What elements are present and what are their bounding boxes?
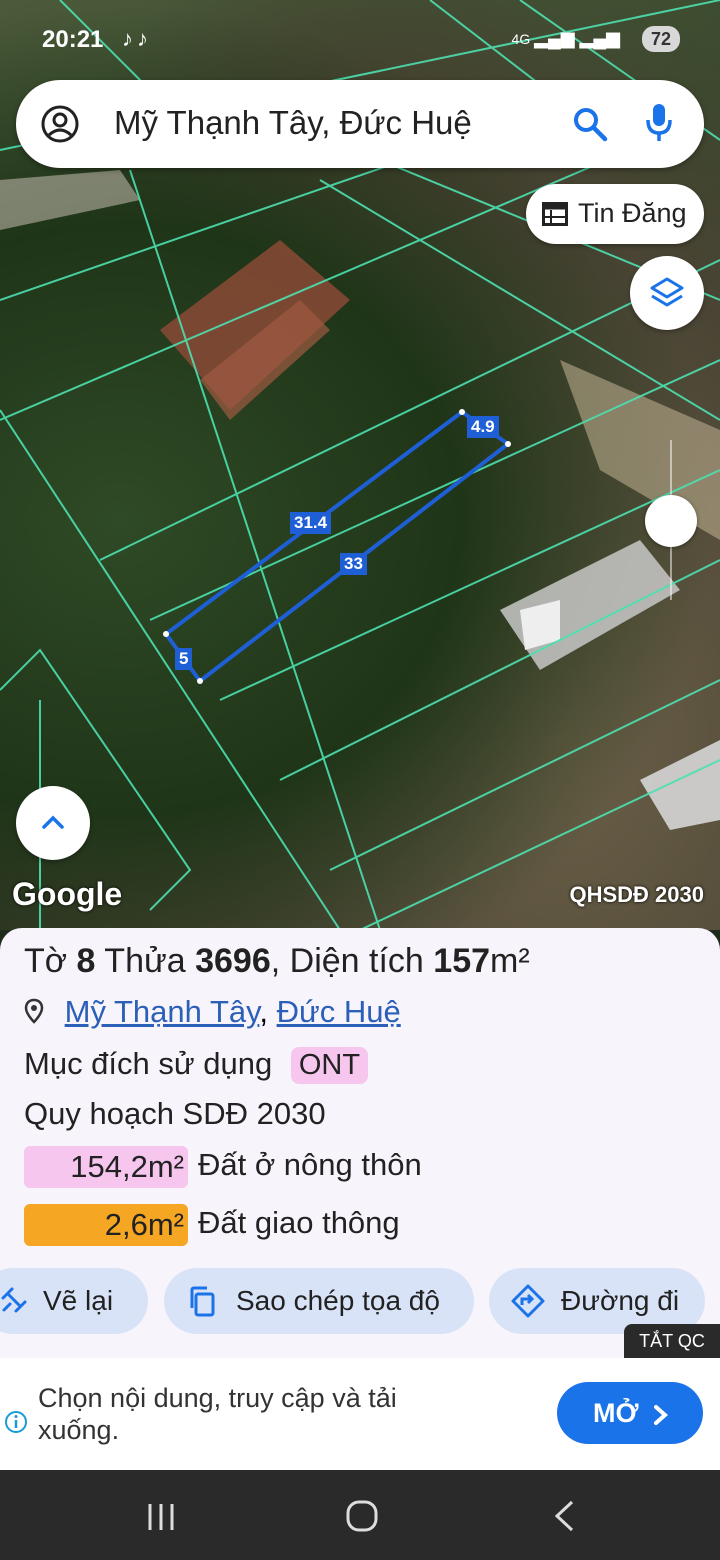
redraw-label: Vẽ lại <box>43 1285 114 1316</box>
zone-area: 154,2m² <box>24 1146 188 1188</box>
edge-label-top: 4.9 <box>467 416 499 438</box>
google-logo: Google <box>12 876 123 912</box>
edge-label-left: 5 <box>175 648 193 670</box>
microphone-icon[interactable] <box>644 102 674 149</box>
parcel-title: Tờ 8 Thửa 3696, Diện tích 157m² <box>24 942 530 980</box>
land-use-purpose: Mục đích sử dụng ONT <box>24 1046 369 1084</box>
ad-banner[interactable]: Chọn nội dung, truy cập và tải xuống. MỞ <box>0 1358 720 1470</box>
search-bar[interactable]: Mỹ Thạnh Tây, Đức Huệ <box>16 80 704 168</box>
plan-title: Quy hoạch SDĐ 2030 <box>24 1096 326 1131</box>
directions-icon <box>511 1284 545 1325</box>
network-indicator: 4G ▂▄▆ ▂▄▆ <box>511 28 620 48</box>
redraw-icon <box>0 1286 28 1321</box>
calendar-icon <box>542 202 568 231</box>
opacity-slider-handle[interactable] <box>645 495 697 547</box>
land-use-code-badge: ONT <box>290 1047 369 1084</box>
parcel-info-sheet: Tờ 8 Thửa 3696, Diện tích 157m² Mỹ Thạnh… <box>0 928 720 1358</box>
status-time: 20:21 <box>42 26 104 53</box>
layers-button[interactable] <box>630 256 704 330</box>
copy-icon <box>188 1286 216 1325</box>
zone-row: 154,2m² Đất ở nông thôn <box>24 1146 422 1188</box>
layers-icon <box>649 276 685 315</box>
tin-dang-button[interactable]: Tin Đăng <box>526 184 704 244</box>
ad-info-icon[interactable] <box>4 1410 28 1439</box>
tin-dang-label: Tin Đăng <box>578 198 687 228</box>
zone-name: Đất giao thông <box>198 1205 400 1241</box>
back-icon[interactable] <box>552 1500 576 1537</box>
search-input[interactable]: Mỹ Thạnh Tây, Đức Huệ <box>114 104 472 142</box>
search-icon[interactable] <box>572 106 608 147</box>
chevron-right-icon <box>653 1402 669 1433</box>
close-ad-button[interactable]: TẮT QC <box>624 1324 720 1358</box>
edge-label-lower: 33 <box>340 553 367 575</box>
zone-row: 2,6m² Đất giao thông <box>24 1204 400 1246</box>
location-pin-icon <box>24 996 46 1032</box>
account-icon[interactable] <box>40 104 80 149</box>
redraw-button[interactable]: Vẽ lại <box>0 1268 148 1334</box>
chevron-up-icon <box>41 814 65 835</box>
zone-name: Đất ở nông thôn <box>198 1147 422 1183</box>
home-icon[interactable] <box>346 1500 378 1537</box>
recent-apps-icon[interactable] <box>146 1502 176 1537</box>
status-bar: 20:21 ♪♪ 4G ▂▄▆ ▂▄▆ 72 <box>0 18 720 64</box>
expand-sheet-button[interactable] <box>16 786 90 860</box>
zone-area: 2,6m² <box>24 1204 188 1246</box>
copy-coordinates-button[interactable]: Sao chép tọa độ <box>164 1268 474 1334</box>
signal-icon: ▂▄▆ ▂▄▆ <box>534 28 620 48</box>
ad-text: Chọn nội dung, truy cập và tải xuống. <box>38 1383 397 1445</box>
district-link[interactable]: Đức Huệ <box>277 994 401 1029</box>
directions-label: Đường đi <box>561 1285 680 1316</box>
action-row: Vẽ lại Sao chép tọa độ Đường đi <box>0 1268 720 1336</box>
battery-indicator: 72 <box>642 26 680 52</box>
commune-link[interactable]: Mỹ Thạnh Tây <box>65 994 260 1029</box>
parcel-location: Mỹ Thạnh Tây, Đức Huệ <box>24 994 401 1032</box>
ad-open-label: MỞ <box>593 1398 639 1428</box>
edge-label-upper: 31.4 <box>290 512 332 534</box>
copy-coordinates-label: Sao chép tọa độ <box>236 1285 440 1316</box>
plan-layer-label: QHSDĐ 2030 <box>569 882 704 907</box>
system-nav-bar <box>0 1470 720 1560</box>
selected-parcel-outline <box>163 409 512 684</box>
ad-open-button[interactable]: MỞ <box>557 1382 703 1444</box>
notification-icons: ♪♪ <box>122 26 152 51</box>
